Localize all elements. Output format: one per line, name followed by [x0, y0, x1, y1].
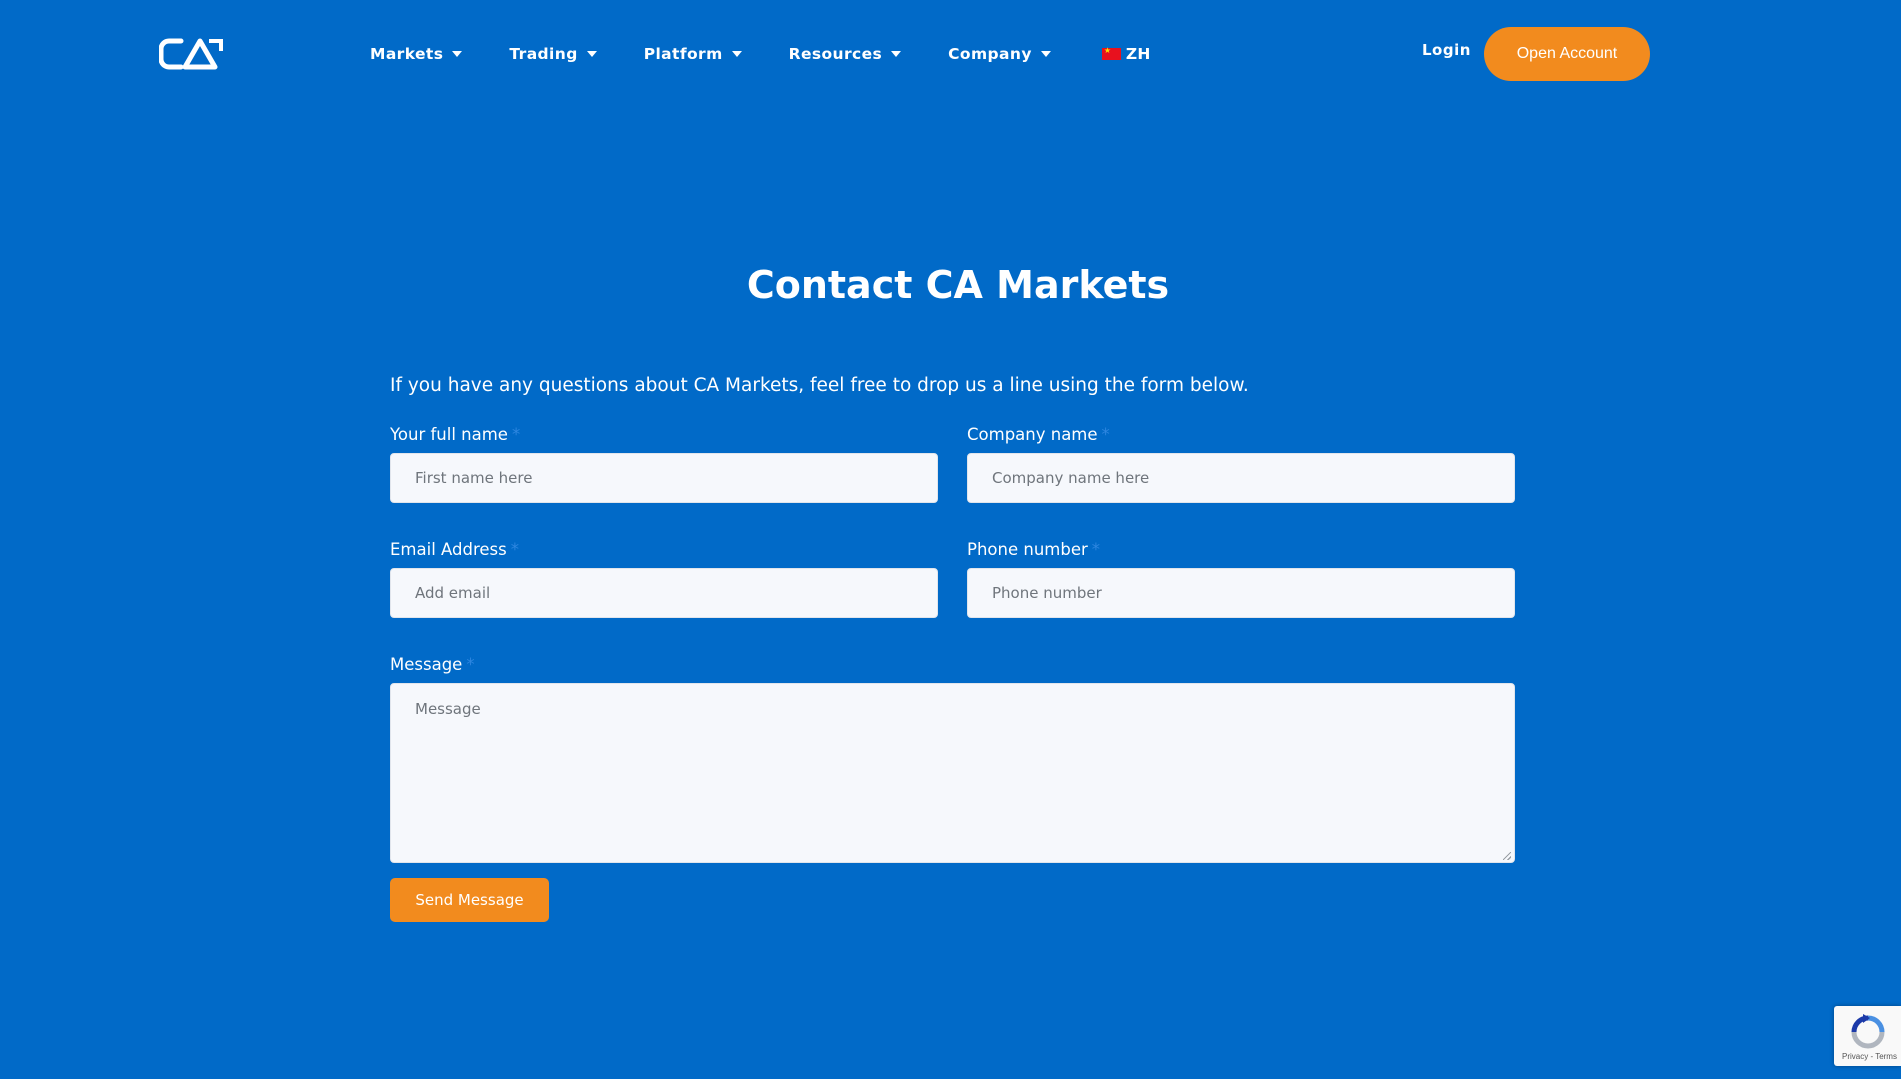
required-mark: * [1091, 540, 1101, 559]
caret-down-icon [731, 51, 742, 57]
nav-item-label: Trading [509, 45, 578, 63]
message-textarea[interactable] [390, 683, 1515, 863]
nav-item-markets[interactable]: Markets [370, 45, 463, 63]
page-title: Contact CA Markets [746, 263, 1170, 307]
language-switcher[interactable]: ZH [1101, 45, 1151, 63]
required-mark: * [510, 540, 519, 559]
caret-down-icon [586, 51, 597, 57]
company-name-label: Company name * [967, 425, 1110, 444]
caret-down-icon [452, 51, 463, 57]
main-nav: Markets Trading Platform Resources Compa… [370, 42, 1151, 66]
full-name-label: Your full name * [390, 425, 521, 444]
intro-text: If you have any questions about CA Marke… [390, 375, 1249, 396]
nav-item-label: Resources [788, 45, 883, 63]
message-label: Message * [390, 655, 475, 674]
recaptcha-icon [1851, 1014, 1885, 1049]
company-name-input[interactable] [967, 453, 1515, 503]
open-account-button[interactable]: Open Account [1484, 27, 1650, 81]
nav-item-resources[interactable]: Resources [789, 45, 902, 63]
required-mark: * [466, 655, 475, 674]
required-mark: * [1101, 425, 1110, 444]
full-name-input[interactable] [390, 453, 938, 503]
language-label: ZH [1125, 45, 1151, 63]
caret-down-icon [1040, 51, 1051, 57]
required-mark: * [511, 425, 521, 444]
nav-item-label: Platform [643, 45, 723, 63]
china-flag-icon [1101, 46, 1121, 60]
login-link[interactable]: Login [1422, 41, 1471, 59]
nav-item-trading[interactable]: Trading [509, 45, 597, 63]
phone-label: Phone number * [967, 540, 1101, 559]
email-label: Email Address * [390, 540, 519, 559]
nav-item-label: Company [948, 45, 1032, 63]
recaptcha-badge[interactable]: Privacy - Terms [1834, 1006, 1901, 1066]
resize-handle[interactable] [1503, 852, 1511, 860]
email-input[interactable] [390, 568, 938, 618]
caret-down-icon [891, 51, 902, 57]
recaptcha-links[interactable]: Privacy - Terms [1842, 1052, 1897, 1061]
nav-item-label: Markets [370, 45, 444, 63]
send-message-button[interactable]: Send Message [390, 878, 549, 922]
ca-logo[interactable] [159, 38, 225, 70]
nav-item-company[interactable]: Company [948, 45, 1051, 63]
nav-item-platform[interactable]: Platform [644, 45, 742, 63]
phone-input[interactable] [967, 568, 1515, 618]
